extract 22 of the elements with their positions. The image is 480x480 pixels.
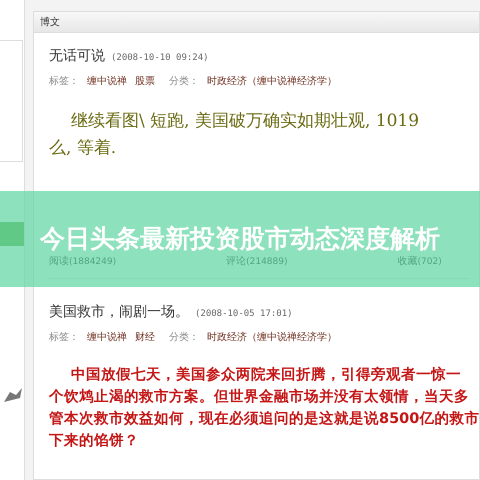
- tag-link[interactable]: 缠中说禅: [87, 74, 127, 88]
- post-title[interactable]: 无话可说: [49, 47, 105, 65]
- post-time: (2008-10-05 17:01): [195, 309, 293, 319]
- post-text: 么, 等着.: [49, 137, 118, 160]
- tag-link[interactable]: 财经: [135, 330, 155, 344]
- post-text: 中国放假七天，美国参众两院来回折腾，引得旁观者一惊一: [70, 365, 462, 385]
- tags-label: 标签：: [49, 330, 79, 344]
- category-label: 分类：: [169, 74, 199, 88]
- category-label: 分类：: [169, 330, 199, 344]
- tag-link[interactable]: 股票: [135, 74, 155, 88]
- panel-title: 博文: [40, 16, 60, 29]
- post-text: 个饮鸩止渴的救市方案。但世界金融市场并没有太领情，当天多: [49, 387, 470, 407]
- tags-label: 标签：: [49, 74, 79, 88]
- category-link[interactable]: 时政经济（缠中说禅经济学）: [207, 74, 337, 88]
- post-text: 下来的馅饼？: [49, 432, 140, 451]
- banner-title: 今日头条最新投资股市动态深度解析: [40, 223, 440, 255]
- category-link[interactable]: 时政经济（缠中说禅经济学）: [207, 330, 337, 344]
- post-text: 继续看图\ 短跑, 美国破万确实如期壮观, 1019: [70, 110, 420, 133]
- post-time: (2008-10-10 09:24): [111, 53, 209, 63]
- post-text: 管本次救市效益如何，现在必须追问的是这就是说8500亿的救市: [49, 410, 480, 429]
- post-title[interactable]: 美国救市，闹剧一场。: [49, 303, 189, 321]
- tag-link[interactable]: 缠中说禅: [87, 330, 127, 344]
